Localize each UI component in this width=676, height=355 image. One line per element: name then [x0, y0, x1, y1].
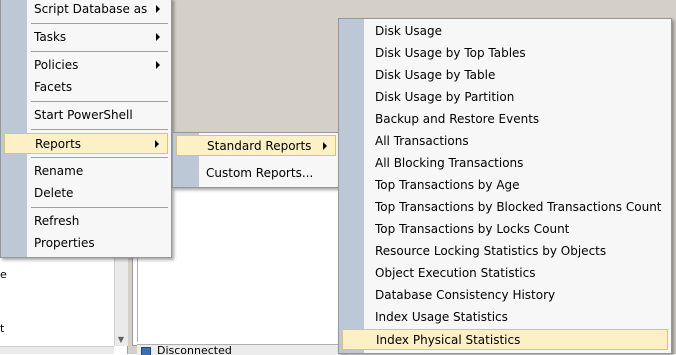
context-menu: Script Database as Tasks Policies Facets… [0, 0, 172, 258]
submenu-arrow-icon [156, 33, 160, 41]
menu-separator [31, 207, 168, 208]
menu-item-database-consistency-history[interactable]: Database Consistency History [342, 285, 668, 306]
menu-item-label: Disk Usage by Partition [375, 90, 515, 104]
menu-item-index-usage-statistics[interactable]: Index Usage Statistics [342, 307, 668, 328]
status-bar: Disconnected [137, 344, 347, 355]
menu-item-backup-and-restore-events[interactable]: Backup and Restore Events [342, 109, 668, 130]
menu-item-policies[interactable]: Policies [4, 55, 168, 76]
menu-item-label: Custom Reports... [206, 166, 314, 180]
submenu-arrow-icon [156, 61, 160, 69]
standard-reports-menu: Disk Usage Disk Usage by Top Tables Disk… [338, 18, 672, 354]
menu-item-label: Top Transactions by Blocked Transactions… [375, 200, 662, 214]
menu-item-disk-usage-by-partition[interactable]: Disk Usage by Partition [342, 87, 668, 108]
menu-item-index-physical-statistics[interactable]: Index Physical Statistics [342, 329, 668, 350]
menu-item-standard-reports[interactable]: Standard Reports [176, 135, 336, 156]
menu-item-label: Index Usage Statistics [375, 310, 508, 324]
horizontal-scrollbar[interactable] [0, 346, 114, 354]
menu-item-label: All Transactions [375, 134, 469, 148]
submenu-arrow-icon [323, 142, 327, 150]
menu-item-custom-reports[interactable]: Custom Reports... [176, 163, 336, 184]
menu-item-label: Standard Reports [207, 139, 312, 153]
menu-item-rename[interactable]: Rename [4, 161, 168, 182]
menu-item-label: Tasks [34, 30, 67, 44]
menu-item-label: All Blocking Transactions [375, 156, 524, 170]
menu-item-refresh[interactable]: Refresh [4, 211, 168, 232]
menu-item-label: Script Database as [34, 2, 148, 16]
menu-item-label: Disk Usage by Table [375, 68, 496, 82]
menu-separator [31, 101, 168, 102]
menu-item-label: Refresh [34, 214, 80, 228]
reports-submenu: Standard Reports Custom Reports... [172, 132, 340, 188]
object-explorer-text-fragment: e [0, 268, 7, 281]
menu-item-label: Resource Locking Statistics by Objects [375, 244, 607, 258]
scroll-down-icon[interactable]: ▼ [115, 334, 127, 346]
menu-item-start-powershell[interactable]: Start PowerShell [4, 105, 168, 126]
menu-item-label: Facets [34, 80, 73, 94]
menu-item-top-transactions-by-age[interactable]: Top Transactions by Age [342, 175, 668, 196]
menu-separator [31, 23, 168, 24]
menu-item-resource-locking-statistics[interactable]: Resource Locking Statistics by Objects [342, 241, 668, 262]
menu-item-object-execution-statistics[interactable]: Object Execution Statistics [342, 263, 668, 284]
status-text: Disconnected [157, 344, 232, 355]
menu-item-label: Properties [34, 236, 95, 250]
menu-item-tasks[interactable]: Tasks [4, 27, 168, 48]
menu-item-label: Reports [35, 137, 82, 151]
menu-item-all-blocking-transactions[interactable]: All Blocking Transactions [342, 153, 668, 174]
menu-item-label: Policies [34, 58, 79, 72]
menu-item-disk-usage[interactable]: Disk Usage [342, 21, 668, 42]
menu-item-reports[interactable]: Reports [4, 133, 168, 154]
menu-item-label: Disk Usage by Top Tables [375, 46, 526, 60]
menu-item-disk-usage-by-top-tables[interactable]: Disk Usage by Top Tables [342, 43, 668, 64]
menu-item-facets[interactable]: Facets [4, 77, 168, 98]
submenu-arrow-icon [155, 140, 159, 148]
menu-item-top-transactions-by-blocked-count[interactable]: Top Transactions by Blocked Transactions… [342, 197, 668, 218]
menu-item-label: Delete [34, 186, 74, 200]
menu-item-delete[interactable]: Delete [4, 183, 168, 204]
menu-item-label: Index Physical Statistics [376, 333, 521, 347]
menu-item-label: Disk Usage [375, 24, 442, 38]
menu-item-label: Object Execution Statistics [375, 266, 536, 280]
menu-item-properties[interactable]: Properties [4, 233, 168, 254]
menu-item-label: Top Transactions by Locks Count [375, 222, 570, 236]
menu-item-label: Backup and Restore Events [375, 112, 540, 126]
menu-item-label: Top Transactions by Age [375, 178, 520, 192]
menu-item-disk-usage-by-table[interactable]: Disk Usage by Table [342, 65, 668, 86]
menu-separator [31, 51, 168, 52]
menu-item-label: Database Consistency History [375, 288, 556, 302]
submenu-arrow-icon [156, 5, 160, 13]
menu-item-script-database-as[interactable]: Script Database as [4, 0, 168, 20]
menu-separator [31, 157, 168, 158]
menu-item-label: Rename [34, 164, 84, 178]
object-explorer-text-fragment: t [0, 322, 5, 335]
menu-item-top-transactions-by-locks-count[interactable]: Top Transactions by Locks Count [342, 219, 668, 240]
menu-item-label: Start PowerShell [34, 108, 133, 122]
menu-separator [31, 129, 168, 130]
menu-item-all-transactions[interactable]: All Transactions [342, 131, 668, 152]
